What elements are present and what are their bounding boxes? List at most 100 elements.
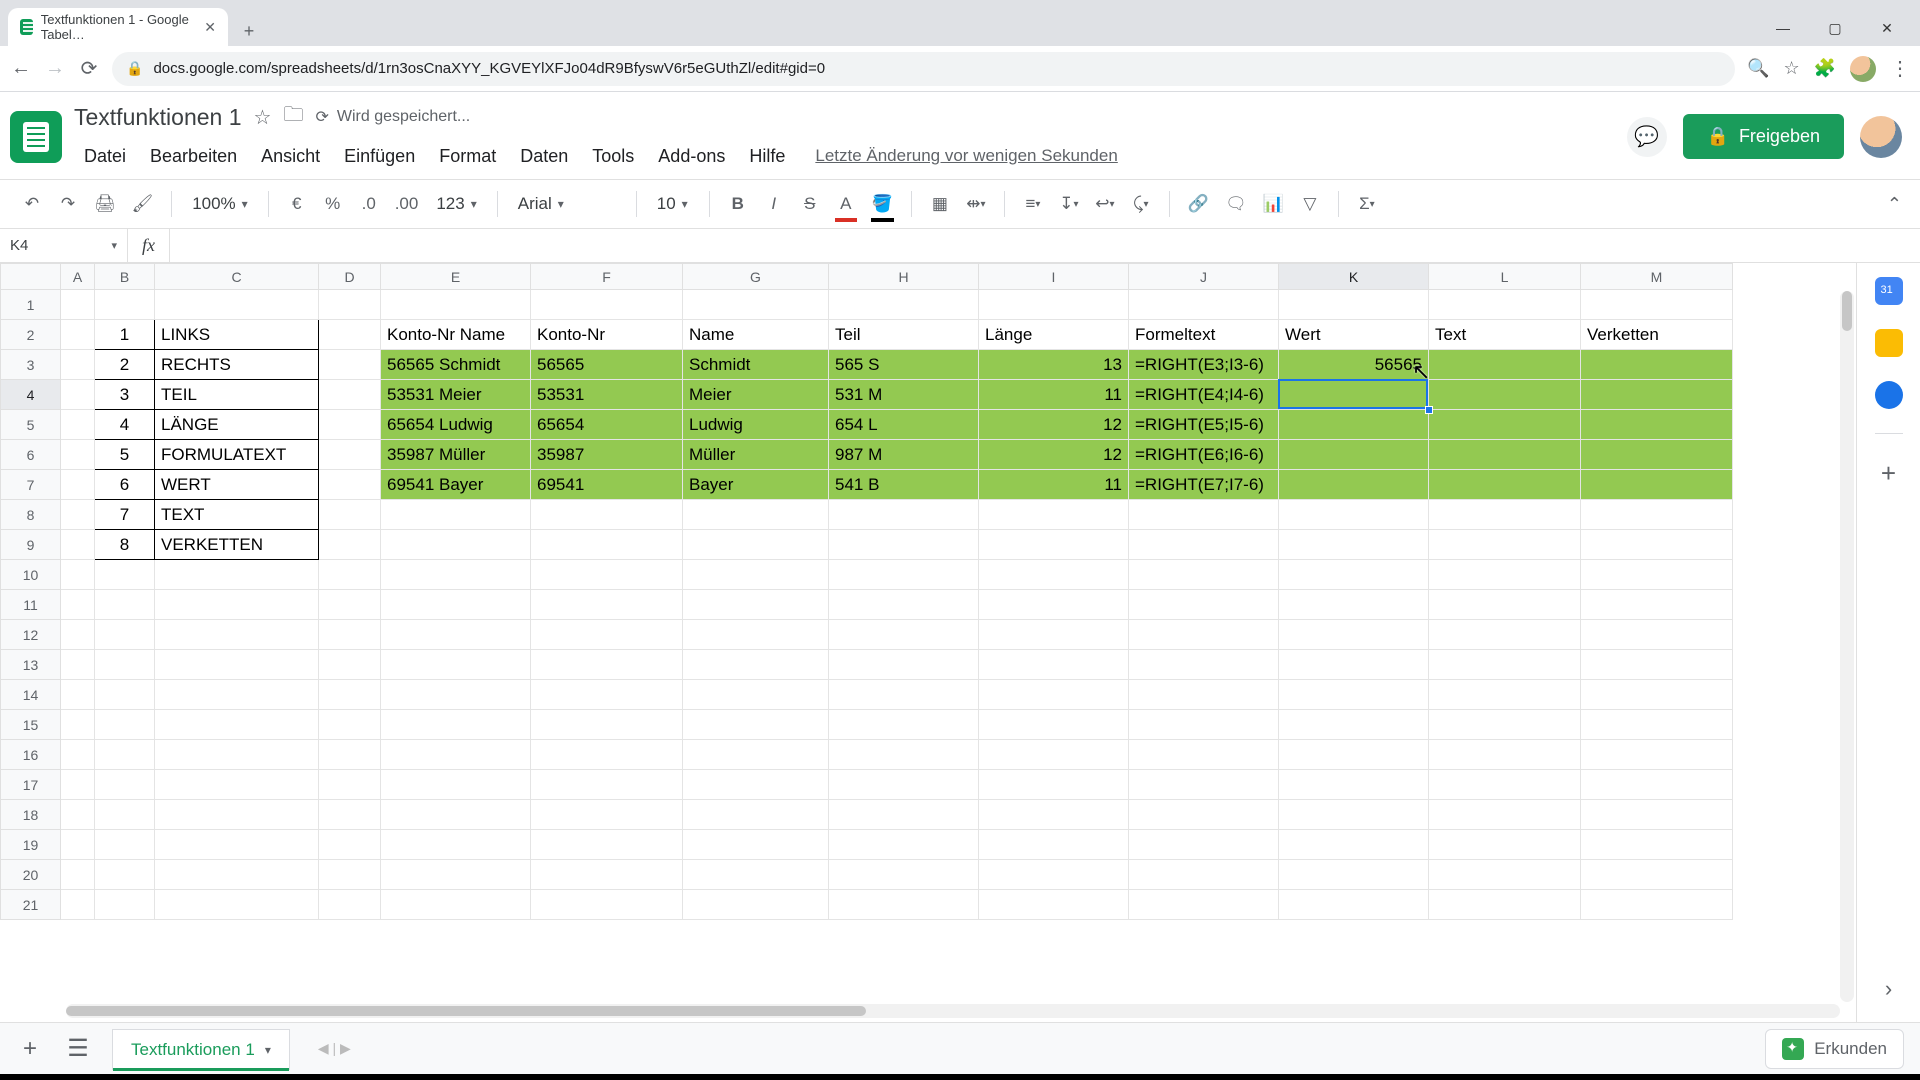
cell-J11[interactable] xyxy=(1129,590,1279,620)
nav-reload-icon[interactable]: ⟳ xyxy=(78,56,100,81)
cell-L20[interactable] xyxy=(1429,860,1581,890)
cell-B17[interactable] xyxy=(95,770,155,800)
cell-J12[interactable] xyxy=(1129,620,1279,650)
cell-F5[interactable]: 65654 xyxy=(531,410,683,440)
cell-G14[interactable] xyxy=(683,680,829,710)
cell-A18[interactable] xyxy=(61,800,95,830)
select-all-corner[interactable] xyxy=(1,264,61,290)
cell-I21[interactable] xyxy=(979,890,1129,920)
cell-M1[interactable] xyxy=(1581,290,1733,320)
cell-M4[interactable] xyxy=(1581,380,1733,410)
cell-H11[interactable] xyxy=(829,590,979,620)
cell-L4[interactable] xyxy=(1429,380,1581,410)
col-header-F[interactable]: F xyxy=(531,264,683,290)
cell-M9[interactable] xyxy=(1581,530,1733,560)
col-header-M[interactable]: M xyxy=(1581,264,1733,290)
cell-L5[interactable] xyxy=(1429,410,1581,440)
cell-J7[interactable]: =RIGHT(E7;I7-6) xyxy=(1129,470,1279,500)
h-scrollbar[interactable] xyxy=(66,1004,1840,1018)
menu-einfügen[interactable]: Einfügen xyxy=(334,140,425,173)
cell-E19[interactable] xyxy=(381,830,531,860)
cell-H2[interactable]: Teil xyxy=(829,320,979,350)
cell-E13[interactable] xyxy=(381,650,531,680)
cell-G20[interactable] xyxy=(683,860,829,890)
col-header-G[interactable]: G xyxy=(683,264,829,290)
cell-I5[interactable]: 12 xyxy=(979,410,1129,440)
cell-D16[interactable] xyxy=(319,740,381,770)
cell-I19[interactable] xyxy=(979,830,1129,860)
cell-J2[interactable]: Formeltext xyxy=(1129,320,1279,350)
cell-D8[interactable] xyxy=(319,500,381,530)
cell-G9[interactable] xyxy=(683,530,829,560)
row-header-3[interactable]: 3 xyxy=(1,350,61,380)
cell-K5[interactable] xyxy=(1279,410,1429,440)
v-align-button[interactable]: ↧▾ xyxy=(1055,189,1083,219)
link-button[interactable]: 🔗 xyxy=(1184,189,1213,219)
cell-H10[interactable] xyxy=(829,560,979,590)
borders-button[interactable]: ▦ xyxy=(926,189,954,219)
spreadsheet-grid[interactable]: ABCDEFGHIJKLM121LINKSKonto-Nr NameKonto-… xyxy=(0,263,1856,1022)
cell-L19[interactable] xyxy=(1429,830,1581,860)
cell-J5[interactable]: =RIGHT(E5;I5-6) xyxy=(1129,410,1279,440)
cell-C17[interactable] xyxy=(155,770,319,800)
cell-K8[interactable] xyxy=(1279,500,1429,530)
cell-L16[interactable] xyxy=(1429,740,1581,770)
cell-A13[interactable] xyxy=(61,650,95,680)
cell-C5[interactable]: LÄNGE xyxy=(155,410,319,440)
cell-A14[interactable] xyxy=(61,680,95,710)
cell-A12[interactable] xyxy=(61,620,95,650)
addons-plus-icon[interactable]: + xyxy=(1881,458,1896,489)
cell-L1[interactable] xyxy=(1429,290,1581,320)
cell-D6[interactable] xyxy=(319,440,381,470)
cell-I15[interactable] xyxy=(979,710,1129,740)
cell-F10[interactable] xyxy=(531,560,683,590)
col-header-I[interactable]: I xyxy=(979,264,1129,290)
window-maximize[interactable]: ▢ xyxy=(1810,10,1860,46)
cell-K14[interactable] xyxy=(1279,680,1429,710)
cell-L13[interactable] xyxy=(1429,650,1581,680)
nav-forward-icon[interactable]: → xyxy=(44,57,66,80)
cell-L8[interactable] xyxy=(1429,500,1581,530)
cell-J9[interactable] xyxy=(1129,530,1279,560)
cell-M18[interactable] xyxy=(1581,800,1733,830)
cell-K2[interactable]: Wert xyxy=(1279,320,1429,350)
cell-K15[interactable] xyxy=(1279,710,1429,740)
cell-F21[interactable] xyxy=(531,890,683,920)
comment-button[interactable]: 🗨 xyxy=(1221,189,1251,219)
new-tab-button[interactable]: + xyxy=(234,16,264,46)
row-header-14[interactable]: 14 xyxy=(1,680,61,710)
cell-D5[interactable] xyxy=(319,410,381,440)
row-header-9[interactable]: 9 xyxy=(1,530,61,560)
cell-K18[interactable] xyxy=(1279,800,1429,830)
cell-H4[interactable]: 531 M xyxy=(829,380,979,410)
cell-E7[interactable]: 69541 Bayer xyxy=(381,470,531,500)
cell-J18[interactable] xyxy=(1129,800,1279,830)
cell-A4[interactable] xyxy=(61,380,95,410)
cell-F17[interactable] xyxy=(531,770,683,800)
cell-M15[interactable] xyxy=(1581,710,1733,740)
cell-B10[interactable] xyxy=(95,560,155,590)
cell-A11[interactable] xyxy=(61,590,95,620)
cell-E2[interactable]: Konto-Nr Name xyxy=(381,320,531,350)
cell-B14[interactable] xyxy=(95,680,155,710)
cell-M16[interactable] xyxy=(1581,740,1733,770)
cell-H14[interactable] xyxy=(829,680,979,710)
window-close[interactable]: ✕ xyxy=(1862,10,1912,46)
cell-I11[interactable] xyxy=(979,590,1129,620)
h-align-button[interactable]: ≡▾ xyxy=(1019,189,1047,219)
cell-M21[interactable] xyxy=(1581,890,1733,920)
row-header-12[interactable]: 12 xyxy=(1,620,61,650)
cell-K20[interactable] xyxy=(1279,860,1429,890)
cell-C13[interactable] xyxy=(155,650,319,680)
cell-L9[interactable] xyxy=(1429,530,1581,560)
col-header-D[interactable]: D xyxy=(319,264,381,290)
sheets-logo-icon[interactable] xyxy=(10,111,62,163)
cell-E11[interactable] xyxy=(381,590,531,620)
cell-B8[interactable]: 7 xyxy=(95,500,155,530)
cell-G8[interactable] xyxy=(683,500,829,530)
cell-C11[interactable] xyxy=(155,590,319,620)
cell-F14[interactable] xyxy=(531,680,683,710)
cell-M20[interactable] xyxy=(1581,860,1733,890)
cell-F7[interactable]: 69541 xyxy=(531,470,683,500)
cell-J17[interactable] xyxy=(1129,770,1279,800)
